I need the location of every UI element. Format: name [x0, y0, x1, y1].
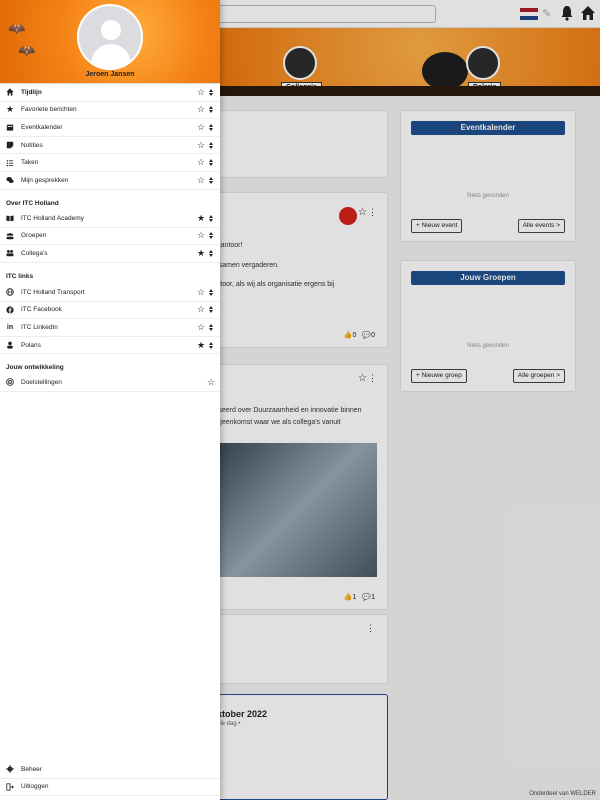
menu-item-label: Beheer [21, 765, 42, 773]
section-title-itc-links: ITC links [6, 273, 34, 280]
star-outline-icon[interactable]: ☆ [196, 122, 206, 132]
menu-item-label: Polaris [21, 341, 41, 349]
menu-item-notities[interactable]: Notities ☆ [0, 137, 220, 155]
star-outline-icon[interactable]: ☆ [196, 231, 206, 240]
menu-item-collega-s[interactable]: Collega's ★ [0, 245, 220, 263]
menu-item-itc-holland-academy[interactable]: ITC Holland Academy ★ [0, 210, 220, 228]
menu-item-beheer[interactable]: Beheer [0, 761, 220, 779]
menu-item-label: Notities [21, 141, 43, 149]
home-icon [6, 88, 14, 96]
reorder-icon[interactable] [208, 123, 214, 131]
navigation-drawer: 🦇 🦇 Jeroen Jansen Tijdlijn ☆ ★ Favoriete be… [0, 0, 220, 800]
star-outline-icon[interactable]: ☆ [196, 305, 206, 314]
logout-icon [6, 783, 14, 791]
avatar[interactable] [77, 4, 143, 70]
reorder-icon[interactable] [208, 214, 214, 222]
menu-item-label: Doelstellingen [21, 378, 62, 386]
reorder-icon[interactable] [208, 159, 214, 167]
reorder-icon[interactable] [208, 176, 214, 184]
star-outline-icon[interactable]: ☆ [196, 140, 206, 150]
target-icon [6, 378, 14, 387]
menu-item-taken[interactable]: Taken ☆ [0, 154, 220, 172]
menu-item-label: ITC Holland Academy [21, 214, 84, 222]
user-name[interactable]: Jeroen Jansen [0, 71, 220, 78]
chat-icon [6, 176, 14, 184]
menu-item-label: Collega's [21, 249, 48, 257]
star-filled-icon: ★ [5, 104, 15, 115]
menu-item-favoriete-berichten[interactable]: ★ Favoriete berichten ☆ [0, 102, 220, 120]
star-outline-icon[interactable]: ☆ [196, 322, 206, 332]
reorder-icon[interactable] [208, 232, 214, 240]
section-title-over-itc: Over ITC Holland [6, 200, 59, 207]
menu-item-label: Tijdlijn [21, 88, 42, 96]
menu-item-label: ITC Facebook [21, 306, 62, 314]
menu-item-uitloggen[interactable]: Uitloggen [0, 779, 220, 796]
reorder-icon[interactable] [208, 306, 214, 314]
reorder-icon[interactable] [208, 88, 214, 96]
task-list-icon [6, 159, 14, 167]
book-icon [6, 214, 14, 222]
facebook-icon [6, 306, 14, 314]
bat-icon: 🦇 [18, 42, 36, 58]
drawer-header: 🦇 🦇 Jeroen Jansen [0, 0, 220, 84]
menu-item-label: Uitloggen [21, 783, 49, 791]
globe-icon [6, 288, 14, 297]
menu-item-label: ITC Holland Transport [21, 288, 85, 296]
linkedin-icon: in [6, 323, 14, 331]
menu-item-label: Mijn gesprekken [21, 176, 69, 184]
menu-item-doelstellingen[interactable]: Doelstellingen ☆ [0, 374, 220, 392]
reorder-icon[interactable] [208, 341, 214, 349]
menu-item-tijdlijn[interactable]: Tijdlijn ☆ [0, 84, 220, 102]
menu-item-label: ITC LinkedIn [21, 323, 58, 331]
menu-item-itc-linkedin[interactable]: in ITC LinkedIn ☆ [0, 319, 220, 337]
menu-item-groepen[interactable]: Groepen ☆ [0, 228, 220, 246]
menu-item-polaris[interactable]: Polaris ★ [0, 337, 220, 355]
menu-item-mijn-gesprekken[interactable]: Mijn gesprekken ☆ [0, 172, 220, 190]
group-icon [6, 232, 14, 240]
star-outline-icon[interactable]: ☆ [196, 175, 206, 185]
menu-item-label: Eventkalender [21, 123, 63, 131]
star-outline-icon[interactable]: ☆ [196, 105, 206, 114]
star-filled-icon[interactable]: ★ [196, 340, 206, 350]
menu-item-itc-holland-transport[interactable]: ITC Holland Transport ☆ [0, 284, 220, 302]
menu-item-label: Favoriete berichten [21, 106, 77, 114]
reorder-icon[interactable] [208, 249, 214, 257]
reorder-icon[interactable] [208, 323, 214, 331]
star-filled-icon[interactable]: ★ [196, 248, 206, 258]
menu-item-eventkalender[interactable]: Eventkalender ☆ [0, 119, 220, 137]
star-filled-icon[interactable]: ★ [196, 213, 206, 223]
star-outline-icon[interactable]: ☆ [196, 158, 206, 167]
bat-icon: 🦇 [8, 20, 26, 36]
reorder-icon[interactable] [208, 141, 214, 149]
colleagues-icon [6, 249, 14, 257]
gear-icon [6, 765, 14, 774]
menu-item-itc-facebook[interactable]: ITC Facebook ☆ [0, 302, 220, 320]
star-outline-icon[interactable]: ☆ [196, 87, 206, 97]
section-title-development: Jouw ontwikkeling [6, 364, 64, 371]
star-outline-icon[interactable]: ☆ [206, 377, 216, 387]
person-icon [6, 341, 14, 349]
menu-item-label: Taken [21, 159, 39, 167]
reorder-icon[interactable] [208, 106, 214, 114]
star-outline-icon[interactable]: ☆ [196, 287, 206, 297]
menu-item-label: Groepen [21, 232, 47, 240]
note-icon [6, 141, 14, 149]
calendar-icon [6, 123, 14, 132]
reorder-icon[interactable] [208, 288, 214, 296]
